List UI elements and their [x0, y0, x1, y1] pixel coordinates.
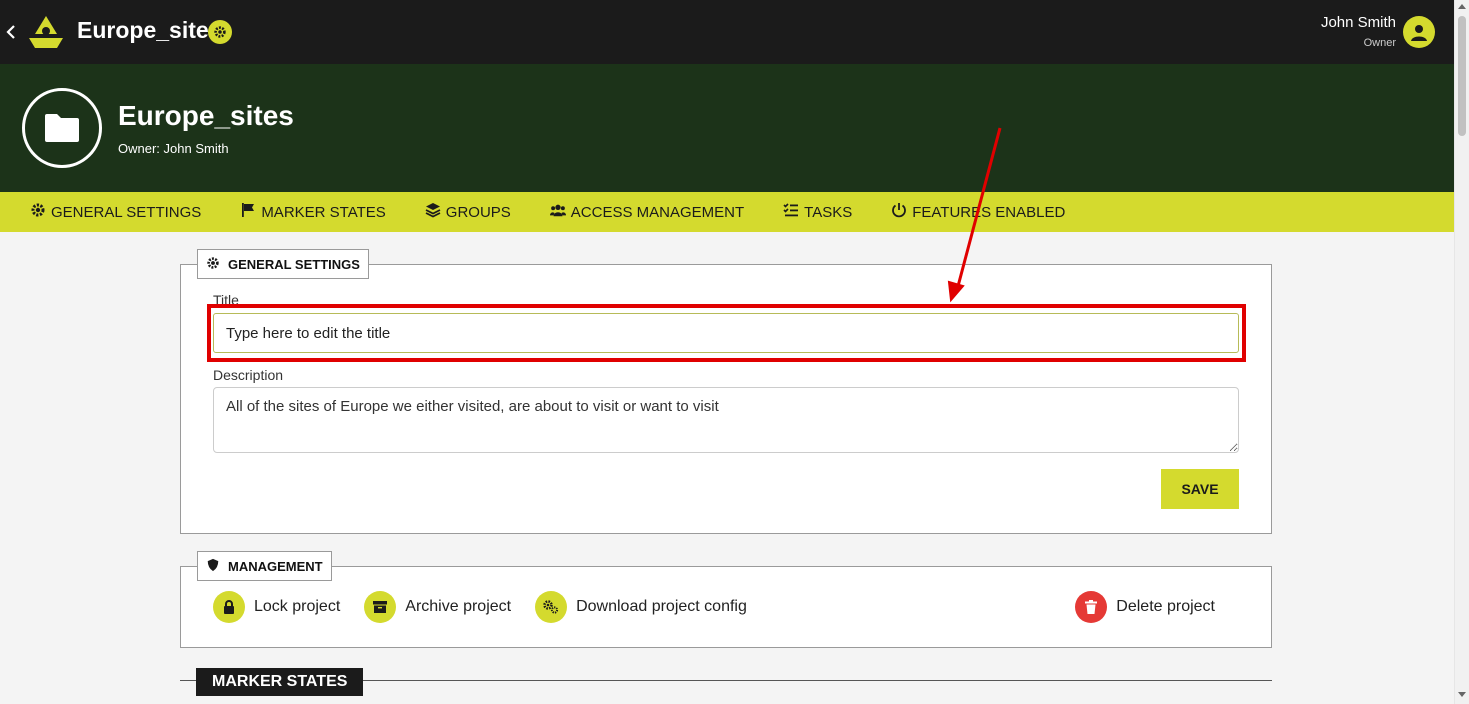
archive-icon [364, 591, 397, 623]
project-header: Europe_sites Owner: John Smith [0, 64, 1454, 192]
panel-legend: MANAGEMENT [197, 551, 332, 581]
tab-features-enabled[interactable]: FEATURES ENABLED [891, 202, 1065, 222]
settings-tabs: GENERAL SETTINGS MARKER STATES GROUPS AC… [0, 192, 1454, 232]
user-name[interactable]: John Smith [1321, 14, 1396, 31]
panel-legend: GENERAL SETTINGS [197, 249, 369, 279]
flag-icon [240, 202, 256, 222]
power-icon [891, 202, 907, 222]
layers-icon [425, 202, 441, 222]
tab-label: MARKER STATES [261, 203, 386, 221]
action-label: Archive project [405, 598, 512, 615]
user-avatar-icon[interactable] [1403, 16, 1435, 48]
tab-label: FEATURES ENABLED [912, 203, 1066, 221]
management-panel: MANAGEMENT Lock project Archive project … [180, 551, 1272, 648]
checklist-icon [783, 202, 799, 222]
legend-label: MANAGEMENT [228, 558, 323, 574]
project-title: Europe_sites [118, 100, 294, 131]
action-label: Download project config [576, 598, 747, 615]
tab-label: TASKS [804, 203, 853, 221]
gear-icon [206, 256, 220, 273]
tab-groups[interactable]: GROUPS [425, 202, 511, 222]
title-input[interactable] [213, 313, 1239, 353]
section-heading: MARKER STATES [196, 668, 364, 696]
gears-icon [535, 591, 568, 623]
users-icon [549, 202, 566, 222]
tab-access-management[interactable]: ACCESS MANAGEMENT [549, 202, 745, 222]
folder-icon [22, 88, 102, 168]
tab-label: GROUPS [445, 203, 511, 221]
delete-project-action[interactable]: Delete project [1075, 591, 1215, 623]
management-actions: Lock project Archive project Download pr… [213, 591, 771, 623]
gear-icon[interactable] [208, 20, 232, 44]
description-label: Description [213, 367, 284, 383]
tab-label: GENERAL SETTINGS [51, 203, 202, 221]
lock-project-action[interactable]: Lock project [213, 591, 340, 623]
general-settings-panel: GENERAL SETTINGS Title Description All o… [180, 249, 1272, 534]
shield-icon [206, 558, 220, 575]
tab-marker-states[interactable]: MARKER STATES [240, 202, 386, 222]
gear-icon [30, 202, 46, 222]
user-role: Owner [1363, 37, 1396, 49]
top-bar: Europe_sites John Smith Owner [0, 0, 1454, 64]
page-scrollbar[interactable] [1454, 0, 1469, 704]
marker-states-section: MARKER STATES [180, 668, 1272, 696]
app-logo-icon[interactable] [26, 14, 66, 50]
scroll-thumb[interactable] [1458, 16, 1466, 136]
download-config-action[interactable]: Download project config [535, 591, 747, 623]
archive-project-action[interactable]: Archive project [364, 591, 511, 623]
project-owner: Owner: John Smith [118, 141, 229, 156]
lock-icon [213, 591, 245, 623]
back-chevron-icon[interactable] [4, 20, 18, 44]
scroll-up-arrow-icon[interactable] [1458, 4, 1466, 9]
app-title: Europe_sites [77, 17, 222, 43]
description-textarea[interactable]: All of the sites of Europe we either vis… [213, 387, 1239, 453]
tab-label: ACCESS MANAGEMENT [570, 203, 745, 221]
title-label: Title [213, 292, 239, 308]
tab-tasks[interactable]: TASKS [783, 202, 852, 222]
action-label: Delete project [1116, 598, 1215, 615]
tab-general-settings[interactable]: GENERAL SETTINGS [30, 202, 201, 222]
scroll-down-arrow-icon[interactable] [1458, 692, 1466, 697]
action-label: Lock project [254, 598, 341, 615]
save-button[interactable]: SAVE [1161, 469, 1239, 509]
trash-icon [1075, 591, 1108, 623]
legend-label: GENERAL SETTINGS [228, 256, 360, 272]
